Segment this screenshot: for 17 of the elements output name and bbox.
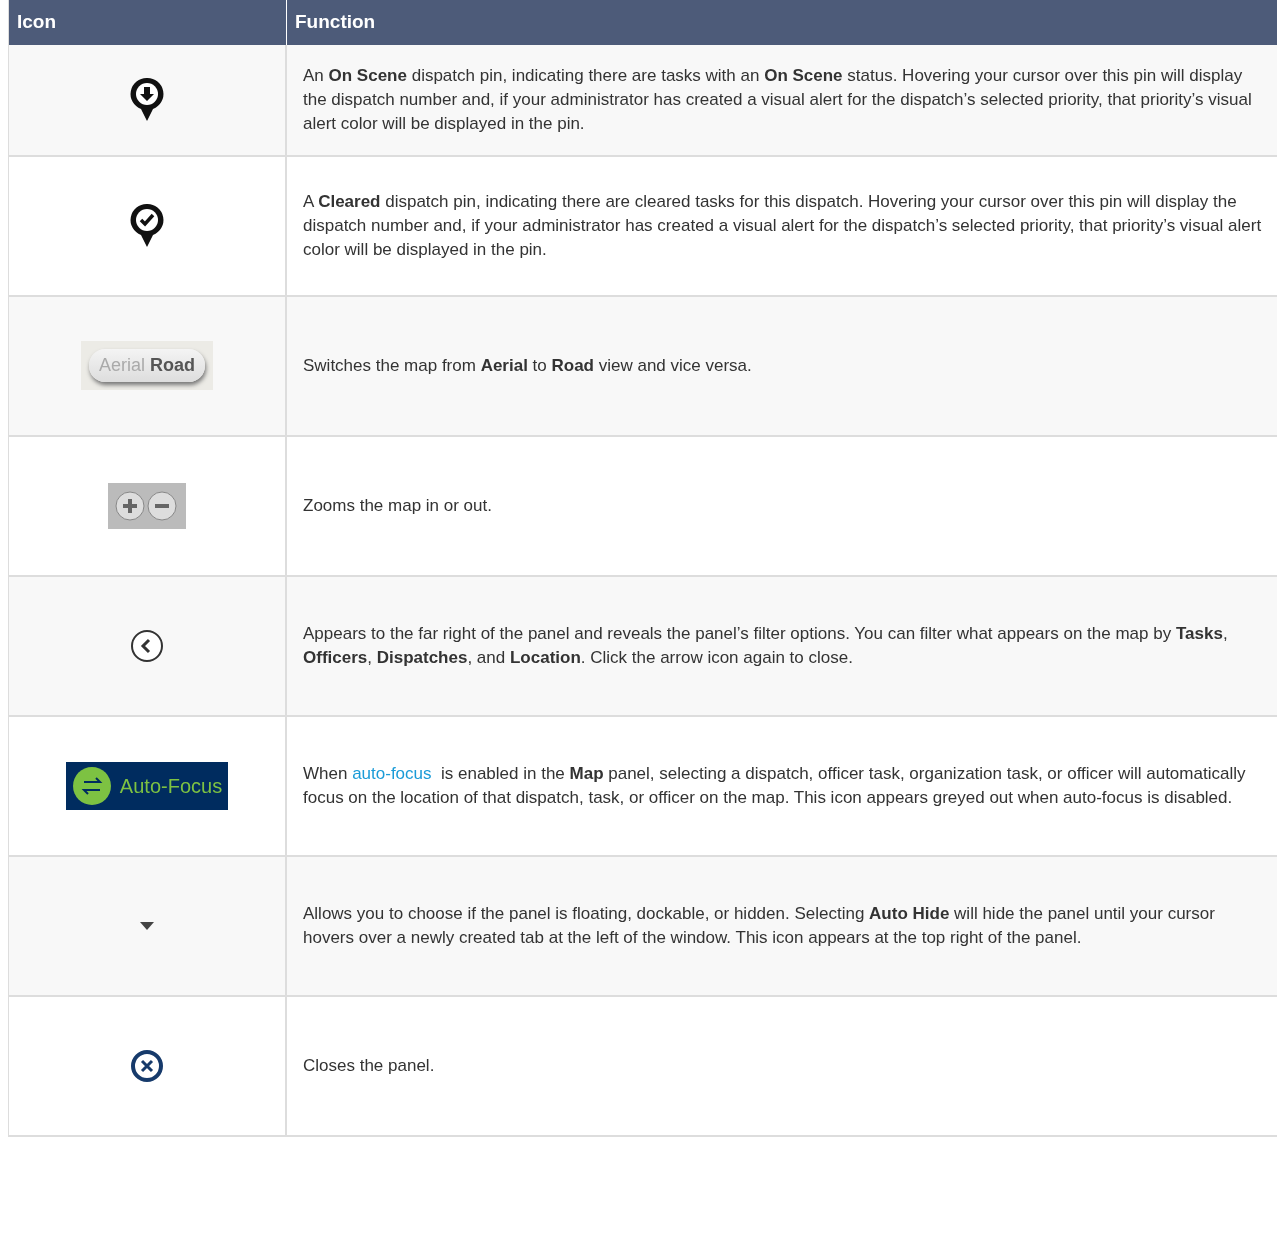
aerial-road-toggle-image: Aerial Road [81, 341, 213, 390]
caret-icon [139, 920, 155, 931]
function-description: Zooms the map in or out. [303, 494, 492, 517]
close-icon [130, 1048, 164, 1083]
function-description: An On Scene dispatch pin, indicating there are tasks with an On Scene status. Hovering your cursor over this pin will display the dispatch number and, if your administrator has created a visual alert for the dispatch’s selected priority, that priority’s visual alert color will be displayed in the pin. [303, 64, 1253, 135]
function-description: Appears to the far right of the panel and reveals the panel’s filter options. You can filter what appears on the map by Tasks, Officers, Dispatches, and Location. Click the arrow icon again to close. [303, 622, 1229, 669]
function-description: When auto-focus is enabled in the Map panel, selecting a dispatch, officer task, organization task, or officer will automatically focus on the location of that dispatch, task, or officer on the map. This icon appears greyed out when auto-focus is disabled. [303, 762, 1247, 809]
function-description: Allows you to choose if the panel is floating, dockable, or hidden. Selecting Auto Hide will hide the panel until your cursor hovers over a newly created tab at the left of the window. This icon appears at the top right of the panel. [303, 902, 1216, 949]
chevron-left-icon [130, 628, 164, 663]
function-description: Closes the panel. [303, 1054, 435, 1077]
zoom-buttons-icon [108, 482, 186, 529]
function-description: A Cleared dispatch pin, indicating there are cleared tasks for this dispatch. Hovering your cursor over this pin will display the dispatch number and, if your administrator has created a visual alert for the dispatch’s selected priority, that priority’s visual alert color will be displayed in the pin. [303, 190, 1262, 261]
function-description: Switches the map from Aerial to Road view and vice versa. [303, 354, 752, 377]
auto-focus-link[interactable]: auto-focus [352, 763, 432, 783]
column-heading: Icon [17, 11, 57, 32]
auto-focus-image: Auto-Focus [65, 761, 229, 810]
column-heading: Function [295, 11, 376, 32]
